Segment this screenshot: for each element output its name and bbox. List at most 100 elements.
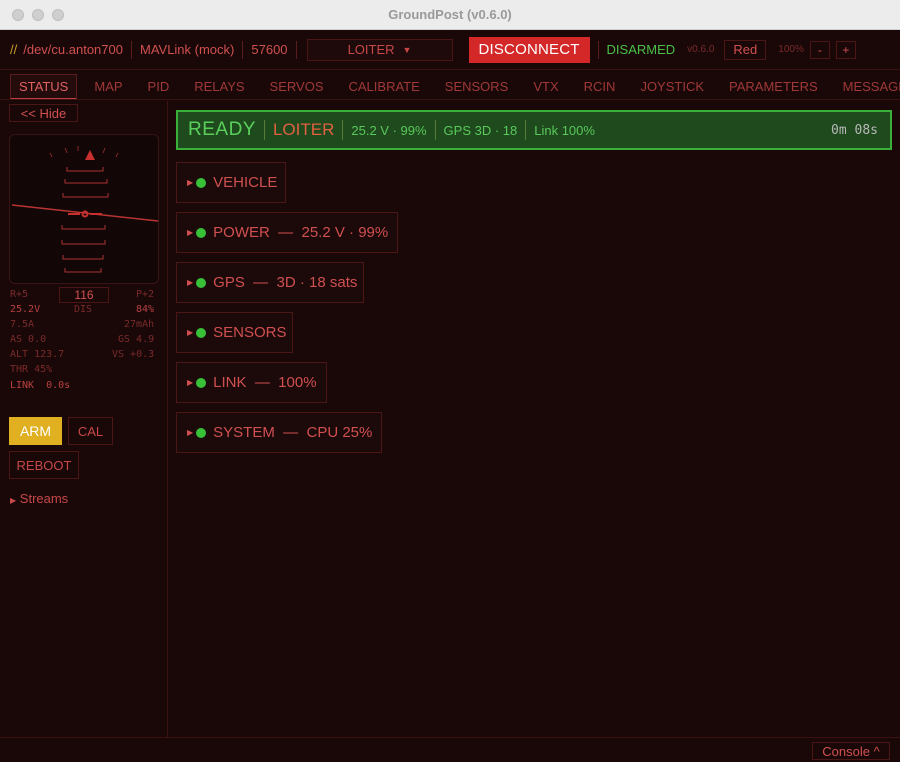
- streams-toggle[interactable]: ▶ Streams: [10, 491, 68, 506]
- vspeed-readout: VS +0.3: [112, 349, 155, 360]
- reboot-button[interactable]: REBOOT: [9, 451, 79, 479]
- tab-calibrate[interactable]: CALIBRATE: [341, 75, 428, 98]
- flight-mode-select[interactable]: LOITER ▼: [306, 38, 453, 61]
- status-ok-icon: [196, 427, 207, 438]
- divider: [342, 120, 344, 140]
- panel-gps[interactable]: ▶ GPS — 3D · 18 sats: [176, 262, 364, 303]
- disarmed-readout: DIS: [74, 304, 93, 315]
- connection-bar: // /dev/cu.anton700 MAVLink (mock) 57600…: [0, 30, 900, 70]
- panel-power[interactable]: ▶ POWER — 25.2 V · 99%: [176, 212, 398, 253]
- banner-gps: GPS 3D · 18: [443, 122, 518, 138]
- status-banner: READY LOITER 25.2 V · 99% GPS 3D · 18 Li…: [176, 110, 892, 150]
- banner-mode: LOITER: [272, 120, 335, 139]
- minimize-window-icon[interactable]: [32, 9, 44, 21]
- tab-rcin[interactable]: RCIN: [576, 75, 624, 98]
- panel-label: SYSTEM — CPU 25%: [213, 424, 373, 441]
- tab-sensors[interactable]: SENSORS: [437, 75, 517, 98]
- current-readout: 7.5A: [10, 319, 35, 330]
- tab-joystick[interactable]: JOYSTICK: [632, 75, 712, 98]
- arm-button[interactable]: ARM: [9, 417, 62, 445]
- status-ok-icon: [196, 327, 207, 338]
- panel-vehicle[interactable]: ▶ VEHICLE: [176, 162, 286, 203]
- window-titlebar: GroundPost (v0.6.0): [0, 0, 900, 30]
- caret-down-icon: ▼: [402, 44, 412, 55]
- window-controls: [12, 9, 64, 21]
- disconnect-button[interactable]: DISCONNECT: [468, 36, 590, 63]
- roll-readout: R+5: [10, 289, 29, 300]
- expand-arrow-icon: ▶: [187, 328, 194, 337]
- expand-arrow-icon: ▶: [187, 228, 194, 237]
- bottom-bar: Console ^: [0, 737, 900, 762]
- tab-status[interactable]: STATUS: [10, 74, 78, 99]
- status-ok-icon: [196, 377, 207, 388]
- app-root: // /dev/cu.anton700 MAVLink (mock) 57600…: [0, 30, 900, 762]
- link-protocol[interactable]: MAVLink (mock): [140, 42, 234, 57]
- zoom-level: 100%: [778, 44, 804, 55]
- theme-button[interactable]: Red: [724, 39, 767, 60]
- voltage-readout: 25.2V: [10, 304, 41, 315]
- tab-messages[interactable]: MESSAGES: [835, 75, 900, 98]
- tab-parameters[interactable]: PARAMETERS: [721, 75, 826, 98]
- expand-arrow-icon: ▶: [10, 496, 17, 505]
- divider: [263, 120, 265, 140]
- panel-label: SENSORS: [213, 324, 287, 341]
- ready-state: READY: [188, 119, 256, 140]
- armed-status: DISARMED: [606, 42, 676, 57]
- status-main: READY LOITER 25.2 V · 99% GPS 3D · 18 Li…: [169, 101, 900, 737]
- divider: [525, 120, 527, 140]
- tab-relays[interactable]: RELAYS: [186, 75, 252, 98]
- status-ok-icon: [196, 227, 207, 238]
- airspeed-readout: AS 0.0: [10, 334, 47, 345]
- attitude-horizon-graphic: [11, 146, 158, 273]
- expand-arrow-icon: ▶: [187, 378, 194, 387]
- banner-power: 25.2 V · 99%: [351, 122, 427, 138]
- serial-port[interactable]: /dev/cu.anton700: [23, 42, 123, 57]
- status-ok-icon: [196, 177, 207, 188]
- connection-indicator-icon: //: [10, 42, 18, 57]
- flight-mode-value: LOITER: [347, 42, 395, 57]
- tab-servos[interactable]: SERVOS: [262, 75, 332, 98]
- baud-rate[interactable]: 57600: [251, 42, 287, 57]
- hide-sidebar-button[interactable]: << Hide: [9, 104, 78, 122]
- expand-arrow-icon: ▶: [187, 278, 194, 287]
- sidebar: << Hide R+5 116 P+2 25.2V DIS 84% 7.5A 2…: [0, 101, 168, 737]
- panel-label: POWER — 25.2 V · 99%: [213, 224, 389, 241]
- expand-arrow-icon: ▶: [187, 178, 194, 187]
- zoom-out-button[interactable]: -: [809, 40, 830, 59]
- expand-arrow-icon: ▶: [187, 428, 194, 437]
- banner-link: Link 100%: [534, 122, 595, 138]
- panel-label: LINK — 100%: [213, 374, 317, 391]
- pitch-readout: P+2: [136, 289, 155, 300]
- altitude-readout: ALT 123.7: [10, 349, 65, 360]
- calibrate-button[interactable]: CAL: [68, 417, 113, 445]
- heading-readout: 116: [59, 287, 109, 303]
- flight-timer: 0m 08s: [831, 122, 878, 138]
- tab-vtx[interactable]: VTX: [525, 75, 566, 98]
- divider: [434, 120, 436, 140]
- zoom-in-button[interactable]: +: [835, 40, 856, 59]
- divider: [597, 40, 599, 59]
- panel-link[interactable]: ▶ LINK — 100%: [176, 362, 327, 403]
- tab-map[interactable]: MAP: [86, 75, 130, 98]
- panel-system[interactable]: ▶ SYSTEM — CPU 25%: [176, 412, 382, 453]
- mah-readout: 27mAh: [124, 319, 155, 330]
- attitude-indicator: [9, 134, 159, 284]
- panel-label: GPS — 3D · 18 sats: [213, 274, 358, 291]
- console-toggle-button[interactable]: Console ^: [812, 742, 890, 760]
- groundspeed-readout: GS 4.9: [118, 334, 155, 345]
- close-window-icon[interactable]: [12, 9, 24, 21]
- maximize-window-icon[interactable]: [52, 9, 64, 21]
- panel-label: VEHICLE: [213, 174, 278, 191]
- streams-label: Streams: [19, 491, 69, 506]
- window-title: GroundPost (v0.6.0): [388, 7, 512, 22]
- tab-pid[interactable]: PID: [140, 75, 178, 98]
- battery-readout: 84%: [136, 304, 155, 315]
- panel-sensors[interactable]: ▶ SENSORS: [176, 312, 293, 353]
- link-readout: LINK 0.0s: [10, 380, 71, 391]
- divider: [130, 40, 132, 59]
- divider: [242, 40, 244, 59]
- throttle-readout: THR 45%: [10, 364, 53, 375]
- version-label: v0.6.0: [687, 44, 715, 55]
- status-ok-icon: [196, 277, 207, 288]
- divider: [295, 40, 297, 59]
